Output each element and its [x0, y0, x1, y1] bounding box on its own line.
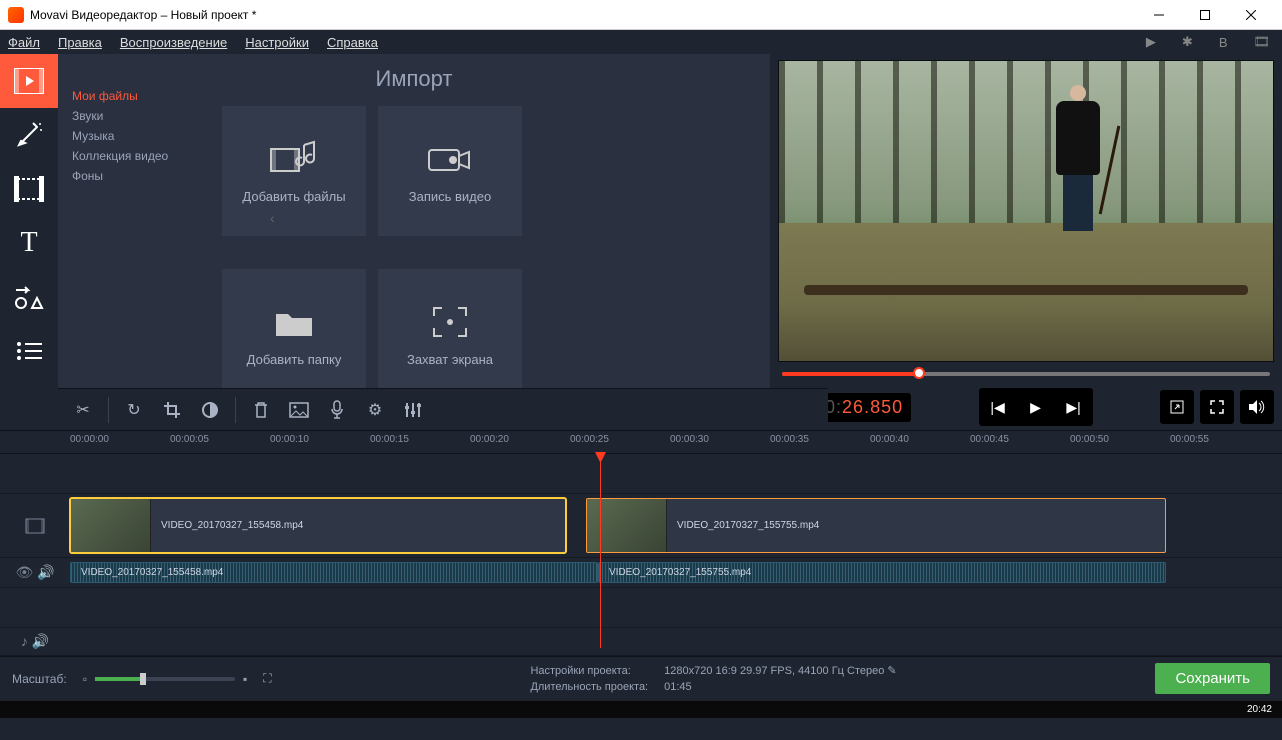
os-taskbar: 20:42	[0, 700, 1282, 718]
vk-icon[interactable]: B	[1215, 35, 1232, 50]
timeline: 00:00:0000:00:0500:00:1000:00:1500:00:20…	[0, 430, 1282, 656]
audio-clip-1[interactable]: VIDEO_20170327_155458.mp4	[70, 562, 598, 583]
menu-settings[interactable]: Настройки	[245, 35, 309, 50]
sidebar-tools: T	[0, 54, 58, 430]
share-icon[interactable]: ✱	[1178, 34, 1197, 50]
project-settings-label: Настройки проекта:	[530, 665, 630, 677]
minimize-button[interactable]	[1136, 0, 1182, 30]
category-backgrounds[interactable]: Фоны	[72, 166, 200, 186]
collapse-handle[interactable]: ‹	[270, 194, 282, 242]
statusbar: Масштаб: ▫ ▪ ⛶ Настройки проекта: Длител…	[0, 656, 1282, 700]
rotate-button[interactable]: ↻	[117, 393, 151, 427]
video-clip-1[interactable]: VIDEO_20170327_155458.mp4	[70, 498, 566, 553]
preview-panel: 00:00:26.850 |◀ ▶ ▶|	[770, 54, 1282, 430]
zoom-in-icon[interactable]: ▪	[243, 672, 247, 686]
category-sounds[interactable]: Звуки	[72, 106, 200, 126]
maximize-button[interactable]	[1182, 0, 1228, 30]
detach-button[interactable]	[1160, 390, 1194, 424]
prev-button[interactable]: |◀	[981, 390, 1015, 424]
window-title: Movavi Видеоредактор – Новый проект *	[30, 8, 1136, 22]
edit-toolbar: ✂ ↻ ⚙	[58, 388, 828, 430]
menu-edit[interactable]: Правка	[58, 35, 102, 50]
folder-icon	[272, 302, 316, 342]
audio-clip-2[interactable]: VIDEO_20170327_155755.mp4	[598, 562, 1166, 583]
tile-add-files[interactable]: Добавить файлы	[222, 106, 366, 236]
tile-label: Запись видео	[409, 189, 491, 204]
capture-icon	[430, 302, 470, 342]
project-settings-value: 1280x720 16:9 29.97 FPS, 44100 Гц Стерео	[664, 665, 884, 677]
edit-settings-icon[interactable]: ✎	[887, 665, 896, 677]
preview-video[interactable]	[778, 60, 1274, 362]
mic-button[interactable]	[320, 393, 354, 427]
tile-label: Добавить файлы	[242, 189, 345, 204]
tool-titles[interactable]: T	[0, 216, 58, 270]
video-clip-2[interactable]: VIDEO_20170327_155755.mp4	[586, 498, 1166, 553]
project-duration-label: Длительность проекта:	[530, 681, 648, 693]
volume-button[interactable]	[1240, 390, 1274, 424]
window-titlebar: Movavi Видеоредактор – Новый проект *	[0, 0, 1282, 30]
audio-track-head: 👁 🔊	[0, 558, 70, 587]
menu-playback[interactable]: Воспроизведение	[120, 35, 227, 50]
save-button[interactable]: Сохранить	[1155, 663, 1270, 694]
import-title: Импорт	[58, 66, 770, 92]
music-track[interactable]: ♪ 🔊	[0, 628, 1282, 656]
menu-file[interactable]: Файл	[8, 35, 40, 50]
timeline-tracks: VIDEO_20170327_155458.mp4 VIDEO_20170327…	[0, 454, 1282, 656]
zoom-label: Масштаб:	[12, 672, 67, 686]
music-track-head: ♪ 🔊	[0, 628, 70, 655]
linked-audio-track[interactable]: 👁 🔊 VIDEO_20170327_155458.mp4 VIDEO_2017…	[0, 558, 1282, 588]
crop-button[interactable]	[155, 393, 189, 427]
play-button[interactable]: ▶	[1019, 390, 1053, 424]
equalizer-button[interactable]	[396, 393, 430, 427]
tile-label: Добавить папку	[247, 352, 342, 367]
tool-import[interactable]	[0, 54, 58, 108]
video-track[interactable]: VIDEO_20170327_155458.mp4 VIDEO_20170327…	[0, 494, 1282, 558]
category-music[interactable]: Музыка	[72, 126, 200, 146]
filmstrip-music-icon	[269, 139, 319, 179]
zoom-fit-icon[interactable]: ⛶	[263, 671, 271, 686]
zoom-out-icon[interactable]: ▫	[83, 672, 87, 686]
app-icon	[8, 7, 24, 23]
image-button[interactable]	[282, 393, 316, 427]
close-window-button[interactable]	[1228, 0, 1274, 30]
import-categories: Мои файлы Звуки Музыка Коллекция видео Ф…	[58, 64, 214, 420]
tile-add-folder[interactable]: Добавить папку	[222, 269, 366, 399]
cut-button[interactable]: ✂	[66, 393, 100, 427]
next-button[interactable]: ▶|	[1057, 390, 1091, 424]
preview-scrubber[interactable]	[778, 362, 1274, 384]
taskbar-clock: 20:42	[1247, 704, 1272, 715]
settings-gear-button[interactable]: ⚙	[358, 393, 392, 427]
video-track-head	[0, 494, 70, 557]
camera-icon	[427, 139, 473, 179]
fullscreen-button[interactable]	[1200, 390, 1234, 424]
color-button[interactable]	[193, 393, 227, 427]
project-duration-value: 01:45	[664, 681, 692, 693]
tile-screen-capture[interactable]: Захват экрана	[378, 269, 522, 399]
menu-help[interactable]: Справка	[327, 35, 378, 50]
tool-filters[interactable]	[0, 108, 58, 162]
time-ruler[interactable]: 00:00:0000:00:0500:00:1000:00:1500:00:20…	[0, 430, 1282, 454]
youtube-icon[interactable]: ▶	[1142, 34, 1160, 50]
import-panel: Импорт Мои файлы Звуки Музыка Коллекция …	[58, 54, 770, 430]
tool-more[interactable]	[0, 324, 58, 378]
zoom-slider[interactable]	[95, 677, 235, 681]
tile-label: Захват экрана	[407, 352, 493, 367]
project-icon[interactable]: 🎞	[1249, 34, 1274, 50]
menubar: Файл Правка Воспроизведение Настройки Сп…	[0, 30, 1282, 54]
delete-button[interactable]	[244, 393, 278, 427]
category-video-collection[interactable]: Коллекция видео	[72, 146, 200, 166]
tool-shapes[interactable]	[0, 270, 58, 324]
playhead[interactable]	[600, 454, 601, 648]
tool-transitions[interactable]	[0, 162, 58, 216]
tile-record-video[interactable]: Запись видео	[378, 106, 522, 236]
